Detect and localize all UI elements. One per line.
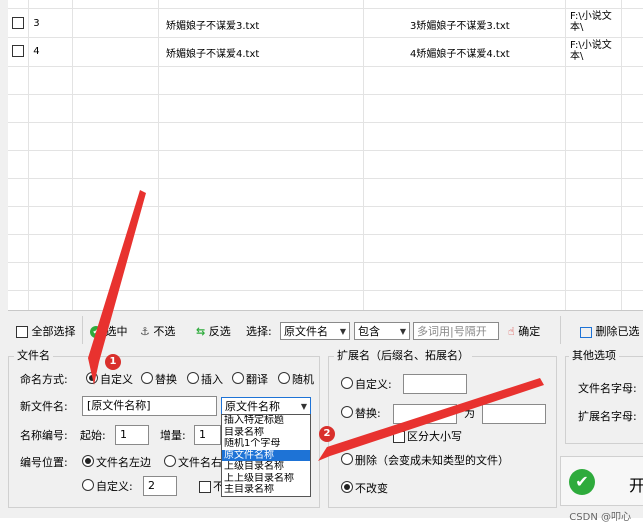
arrow-2 [318,378,544,461]
watermark: CSDN @叩心 [569,512,631,523]
step-badge-2: 2 [319,426,335,442]
annotation-arrows [88,190,544,461]
step-badge-1: 1 [105,354,121,370]
footer-bar [0,518,643,531]
